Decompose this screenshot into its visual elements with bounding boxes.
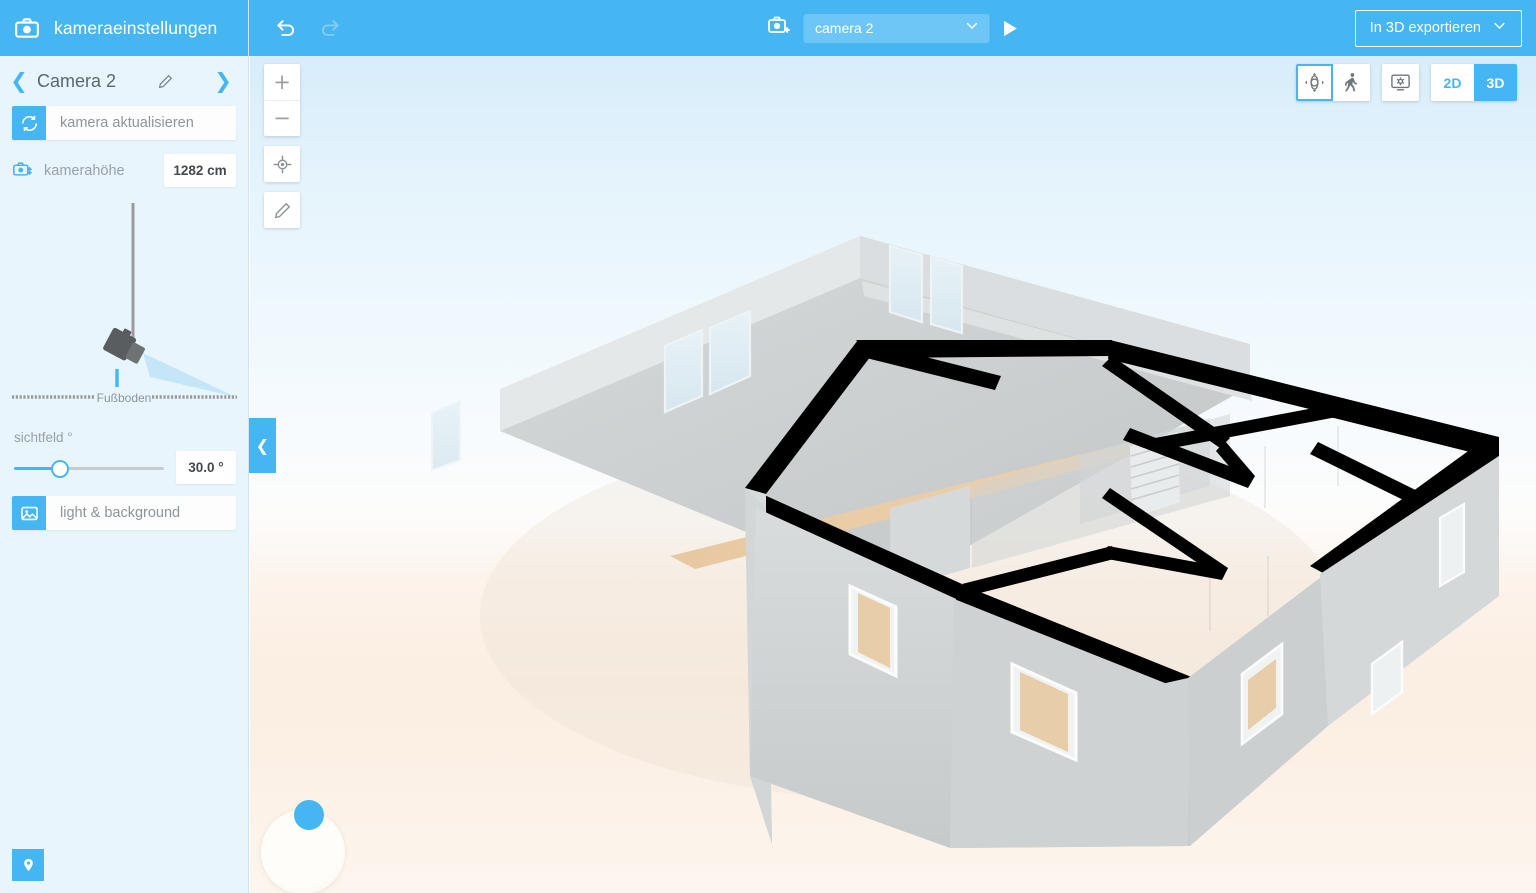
viewport-view-controls: 2D 3D	[1296, 64, 1517, 101]
orbit-gizmo[interactable]	[255, 792, 351, 893]
person-walk-icon	[1344, 73, 1358, 92]
app-root: kameraeinstellungen ❮ Camera 2 ❯ kamera …	[0, 0, 1536, 893]
render-settings-group	[1382, 64, 1419, 101]
camera-settings-sidebar: kameraeinstellungen ❮ Camera 2 ❯ kamera …	[0, 0, 249, 893]
sidebar-collapse-button[interactable]: ❮	[249, 418, 276, 473]
next-camera-button[interactable]: ❯	[214, 70, 232, 92]
orbit-mode-button[interactable]	[1296, 64, 1333, 101]
fov-label: sichtfeld °	[14, 430, 73, 445]
rename-camera-pencil-icon[interactable]	[157, 73, 174, 90]
export-3d-label: In 3D exportieren	[1369, 20, 1481, 36]
camera-height-diagram: Fußboden	[0, 201, 249, 416]
zoom-out-button[interactable]: −	[264, 100, 300, 136]
3d-floorplan-model	[431, 236, 1499, 848]
gizmo-north-dot[interactable]	[294, 800, 324, 830]
view-2d-button[interactable]: 2D	[1431, 64, 1474, 101]
3d-viewport[interactable]: + − 2D 3D	[250, 56, 1536, 893]
camera-height-label: kamerahöhe	[44, 162, 125, 179]
recenter-card	[264, 146, 300, 182]
update-camera-button[interactable]: kamera aktualisieren	[12, 106, 236, 140]
chevron-down-icon	[964, 18, 979, 38]
undo-button[interactable]	[275, 17, 297, 39]
location-pin-icon	[23, 858, 33, 872]
zoom-in-button[interactable]: +	[264, 64, 300, 100]
display-settings-icon	[1391, 74, 1410, 91]
recenter-button[interactable]	[264, 146, 300, 182]
play-walkthrough-button[interactable]	[1001, 19, 1018, 38]
dimension-toggle-group: 2D 3D	[1431, 64, 1517, 101]
light-background-label: light & background	[60, 505, 181, 521]
update-camera-label: kamera aktualisieren	[60, 115, 194, 131]
render-settings-button[interactable]	[1382, 64, 1419, 101]
top-toolbar: camera 2 In 3D exportieren	[249, 0, 1536, 56]
viewport-left-toolbar: + −	[264, 64, 300, 238]
camera-selector-group: camera 2	[767, 13, 1018, 43]
fov-slider-knob[interactable]	[50, 459, 69, 478]
edit-button[interactable]	[264, 192, 300, 228]
fov-slider[interactable]	[12, 456, 166, 480]
target-icon	[273, 155, 291, 173]
fov-value-input[interactable]: 30.0 °	[176, 451, 236, 484]
camera-select-value: camera 2	[815, 20, 874, 36]
navigation-mode-group	[1296, 64, 1370, 101]
camera-select-dropdown[interactable]: camera 2	[803, 13, 989, 43]
undo-redo-group	[275, 17, 341, 39]
location-pin-button[interactable]	[12, 849, 44, 881]
light-background-button[interactable]: light & background	[12, 496, 236, 530]
camera-nav-row: ❮ Camera 2 ❯	[0, 56, 248, 106]
camera-height-row: kamerahöhe 1282 cm	[12, 154, 236, 187]
camera-height-icon	[12, 160, 38, 181]
camera-add-icon[interactable]	[767, 14, 791, 43]
view-3d-button[interactable]: 3D	[1474, 64, 1517, 101]
play-icon	[1003, 20, 1017, 36]
sidebar-header: kameraeinstellungen	[0, 0, 248, 56]
chevron-down-icon	[1492, 18, 1507, 38]
fov-slider-row: 30.0 °	[12, 451, 236, 484]
pencil-icon	[274, 202, 290, 218]
orbit-icon	[1305, 73, 1324, 92]
refresh-icon	[12, 106, 46, 140]
redo-button[interactable]	[319, 17, 341, 39]
sidebar-title: kameraeinstellungen	[54, 17, 218, 38]
walkthrough-mode-button[interactable]	[1333, 64, 1370, 101]
plus-icon: +	[273, 69, 291, 94]
camera-height-input[interactable]: 1282 cm	[164, 154, 236, 187]
image-icon	[12, 496, 46, 530]
export-3d-button[interactable]: In 3D exportieren	[1354, 9, 1522, 47]
camera-icon	[14, 15, 40, 41]
minus-icon: −	[273, 106, 291, 130]
zoom-buttons-card: + −	[264, 64, 300, 136]
edit-card	[264, 192, 300, 228]
camera-name-label: Camera 2	[37, 70, 117, 91]
prev-camera-button[interactable]: ❮	[10, 70, 28, 92]
floor-label: Fußboden	[97, 391, 152, 405]
